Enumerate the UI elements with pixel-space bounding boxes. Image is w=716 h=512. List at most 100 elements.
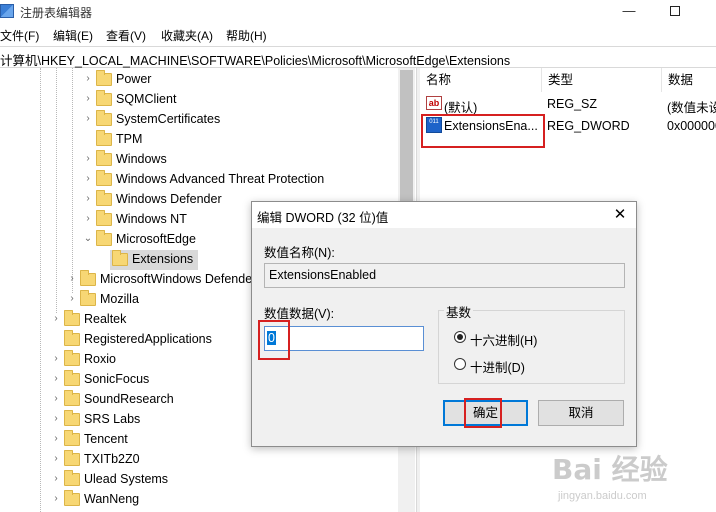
hex-radio[interactable] xyxy=(454,331,466,343)
value-type: REG_DWORD xyxy=(547,119,630,133)
value-type: REG_SZ xyxy=(547,97,598,111)
chevron-right-icon[interactable]: › xyxy=(50,413,62,425)
title-bar: 注册表编辑器 — xyxy=(0,0,716,24)
tree-item-systemcertificates[interactable]: › SystemCertificates xyxy=(0,110,400,130)
folder-icon xyxy=(64,430,80,446)
tree-item-label: Windows xyxy=(116,152,167,166)
tree-item-wanneng[interactable]: › WanNeng xyxy=(0,490,400,510)
menu-help[interactable]: 帮助(H) xyxy=(226,27,267,44)
annotation-highlight-box xyxy=(464,398,502,428)
column-header-type[interactable]: 类型 xyxy=(542,68,662,92)
folder-icon xyxy=(64,450,80,466)
dec-radio[interactable] xyxy=(454,358,466,370)
tree-item-label: Windows Defender xyxy=(116,192,222,206)
chevron-right-icon[interactable]: › xyxy=(50,453,62,465)
tree-item-label: RegisteredApplications xyxy=(84,332,212,346)
menu-view[interactable]: 查看(V) xyxy=(106,27,146,44)
tree-item-tpm[interactable]: TPM xyxy=(0,130,400,150)
chevron-right-icon[interactable]: › xyxy=(82,173,94,185)
chevron-right-icon[interactable]: › xyxy=(50,393,62,405)
folder-icon xyxy=(96,90,112,106)
folder-icon xyxy=(96,110,112,126)
maximize-icon xyxy=(670,6,680,16)
dialog-title: 编辑 DWORD (32 位)值 xyxy=(257,211,389,225)
tree-item-label: MicrosoftWindows Defender xyxy=(100,272,257,286)
tree-item-label: SRS Labs xyxy=(84,412,141,426)
base-groupbox-label: 基数 xyxy=(444,302,474,321)
value-name-field: ExtensionsEnabled xyxy=(264,263,625,288)
tree-item-txitb2z0[interactable]: › TXITb2Z0 xyxy=(0,450,400,470)
tree-item-label: Power xyxy=(116,72,152,86)
menu-edit[interactable]: 编辑(E) xyxy=(53,27,93,44)
chevron-right-icon[interactable]: › xyxy=(66,273,78,285)
folder-icon xyxy=(64,350,80,366)
tree-item-label: TPM xyxy=(116,132,143,146)
value-data: 0x000000 xyxy=(667,119,716,133)
watermark-brand: Bai 经验 xyxy=(552,453,668,486)
chevron-right-icon[interactable]: › xyxy=(50,353,62,365)
folder-icon xyxy=(64,390,80,406)
folder-icon xyxy=(96,230,112,246)
chevron-right-icon[interactable]: › xyxy=(50,493,62,505)
tree-item-label: WanNeng xyxy=(84,492,140,506)
folder-icon xyxy=(64,370,80,386)
dialog-title-bar: 编辑 DWORD (32 位)值 ✕ xyxy=(252,202,636,228)
tree-item-label: Mozilla xyxy=(100,292,139,306)
tree-item-label: SQMClient xyxy=(116,92,177,106)
chevron-right-icon[interactable]: › xyxy=(50,433,62,445)
tree-item-label: Tencent xyxy=(84,432,128,446)
tree-item-label: Roxio xyxy=(84,352,116,366)
tree-item-power[interactable]: › Power xyxy=(0,70,400,90)
tree-item-label: Realtek xyxy=(84,312,127,326)
chevron-right-icon[interactable]: › xyxy=(82,153,94,165)
tree-item-label: SystemCertificates xyxy=(116,112,221,126)
chevron-right-icon[interactable]: › xyxy=(50,473,62,485)
folder-icon xyxy=(64,310,80,326)
folder-icon xyxy=(64,470,80,486)
chevron-right-icon[interactable]: › xyxy=(82,73,94,85)
regedit-app-icon xyxy=(0,4,14,18)
tree-item-label: Ulead Systems xyxy=(84,472,169,486)
folder-icon xyxy=(96,130,112,146)
tree-item-label: SoundResearch xyxy=(84,392,174,406)
folder-icon xyxy=(96,150,112,166)
tree-item-label: SonicFocus xyxy=(84,372,150,386)
chevron-down-icon[interactable]: ⌄ xyxy=(82,233,94,245)
tree-item-label: TXITb2Z0 xyxy=(84,452,140,466)
edit-dword-dialog: 编辑 DWORD (32 位)值 ✕ 数值名称(N): ExtensionsEn… xyxy=(251,201,637,447)
maximize-button[interactable] xyxy=(652,0,698,24)
chevron-right-icon[interactable]: › xyxy=(82,113,94,125)
address-path[interactable]: 计算机\HKEY_LOCAL_MACHINE\SOFTWARE\Policies… xyxy=(0,50,510,69)
cancel-button[interactable]: 取消 xyxy=(538,400,624,426)
baidu-jingyan-watermark: Bai 经验 jingyan.baidu.com xyxy=(552,448,716,512)
dec-radio-label[interactable]: 十进制(D) xyxy=(470,357,525,376)
hex-radio-label[interactable]: 十六进制(H) xyxy=(470,330,537,349)
folder-icon xyxy=(96,70,112,86)
column-header-name[interactable]: 名称 xyxy=(420,68,542,92)
tree-item-ulead-systems[interactable]: › Ulead Systems xyxy=(0,470,400,490)
address-bar[interactable]: 计算机\HKEY_LOCAL_MACHINE\SOFTWARE\Policies… xyxy=(0,46,716,68)
chevron-right-icon[interactable]: › xyxy=(82,193,94,205)
chevron-right-icon[interactable]: › xyxy=(82,93,94,105)
watermark-url: jingyan.baidu.com xyxy=(558,490,647,502)
window-title: 注册表编辑器 xyxy=(20,6,93,20)
folder-icon xyxy=(64,410,80,426)
annotation-highlight-box xyxy=(258,320,290,360)
column-header-data[interactable]: 数据 xyxy=(662,68,716,92)
chevron-right-icon[interactable]: › xyxy=(50,313,62,325)
tree-item-windows[interactable]: › Windows xyxy=(0,150,400,170)
close-icon[interactable]: ✕ xyxy=(608,204,632,226)
menu-favorites[interactable]: 收藏夹(A) xyxy=(161,27,213,44)
tree-item-label: Windows NT xyxy=(116,212,187,226)
minimize-button[interactable]: — xyxy=(606,0,652,24)
chevron-right-icon[interactable]: › xyxy=(82,213,94,225)
tree-item-label: MicrosoftEdge xyxy=(116,232,196,246)
tree-item-sqmclient[interactable]: › SQMClient xyxy=(0,90,400,110)
folder-icon xyxy=(96,190,112,206)
folder-icon xyxy=(64,490,80,506)
chevron-right-icon[interactable]: › xyxy=(66,293,78,305)
tree-item-windows-atp[interactable]: › Windows Advanced Threat Protection xyxy=(0,170,400,190)
value-name-label: 数值名称(N): xyxy=(264,246,335,260)
menu-file[interactable]: 文件(F) xyxy=(0,27,39,44)
chevron-right-icon[interactable]: › xyxy=(50,373,62,385)
